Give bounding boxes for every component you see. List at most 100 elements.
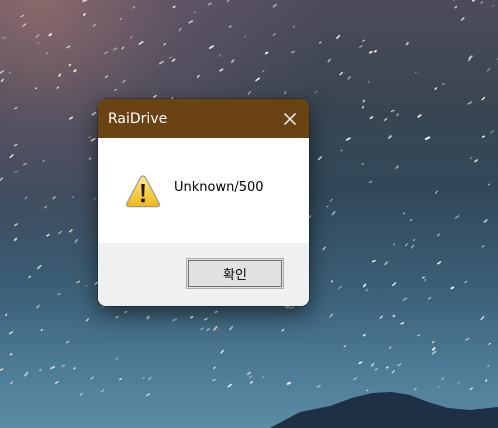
star (487, 365, 490, 367)
star (358, 361, 363, 365)
star (85, 318, 89, 322)
star (441, 377, 445, 380)
star (178, 27, 182, 32)
star (410, 244, 415, 249)
star (388, 135, 392, 139)
star (272, 33, 276, 37)
star (73, 69, 77, 73)
star (50, 365, 56, 370)
ok-button[interactable]: 확인 (186, 258, 284, 289)
star (226, 0, 230, 3)
star (250, 380, 253, 384)
star (93, 198, 96, 200)
star (486, 68, 491, 72)
star (83, 13, 86, 16)
star (34, 87, 38, 90)
star (208, 45, 215, 50)
star (272, 3, 278, 8)
star (23, 162, 27, 166)
star (368, 180, 373, 184)
star (485, 379, 488, 382)
star (163, 43, 166, 46)
star (392, 314, 396, 318)
star (121, 46, 125, 50)
star (379, 315, 383, 319)
star (200, 327, 204, 331)
star (480, 316, 485, 321)
star (247, 91, 251, 95)
star (395, 165, 400, 169)
star (228, 25, 232, 28)
star (283, 91, 287, 95)
dialog-title: RaiDrive (108, 110, 168, 127)
star (262, 70, 265, 73)
star (213, 366, 216, 369)
star (204, 317, 208, 321)
star (171, 58, 176, 62)
star (472, 0, 476, 2)
star (483, 219, 488, 223)
star (88, 136, 92, 139)
star (290, 50, 295, 54)
star (286, 381, 291, 385)
star (480, 1, 484, 4)
star (362, 283, 367, 288)
star (435, 190, 438, 194)
star (281, 328, 285, 332)
star (481, 96, 485, 101)
star (119, 377, 122, 381)
star (396, 113, 399, 117)
star (46, 52, 49, 55)
star (362, 99, 366, 103)
star (317, 156, 323, 161)
star (88, 157, 92, 160)
star (359, 45, 363, 48)
star (92, 23, 97, 27)
star (146, 315, 150, 318)
star (28, 275, 32, 279)
star (361, 39, 366, 42)
star (115, 316, 119, 319)
star (9, 352, 13, 356)
star (289, 306, 295, 309)
star (24, 196, 28, 200)
star (48, 33, 52, 37)
star (468, 55, 473, 60)
star (212, 379, 216, 382)
star (467, 58, 471, 62)
star (488, 342, 491, 345)
star (73, 367, 76, 370)
star (219, 68, 224, 72)
star (292, 25, 296, 28)
star (262, 375, 265, 378)
star (454, 215, 460, 219)
star (474, 159, 479, 163)
star (330, 280, 333, 283)
close-button[interactable] (271, 99, 309, 138)
star (100, 389, 105, 393)
star (454, 5, 458, 9)
star (465, 337, 470, 341)
star (214, 310, 218, 314)
star (132, 6, 135, 9)
star (249, 375, 253, 379)
star (255, 77, 261, 82)
star (318, 41, 322, 44)
star (391, 369, 395, 374)
star (367, 81, 370, 83)
star (432, 347, 436, 351)
dialog-titlebar[interactable]: RaiDrive (98, 99, 309, 138)
star (362, 333, 366, 337)
star (56, 86, 59, 89)
star (40, 328, 43, 332)
star (436, 233, 441, 237)
dialog-message: Unknown/500 (174, 180, 264, 195)
star (413, 387, 417, 391)
star (119, 18, 122, 21)
star (104, 51, 108, 55)
warning-icon (125, 173, 161, 209)
star (417, 114, 422, 118)
close-icon (284, 112, 296, 125)
star (397, 363, 402, 367)
star (0, 368, 4, 371)
